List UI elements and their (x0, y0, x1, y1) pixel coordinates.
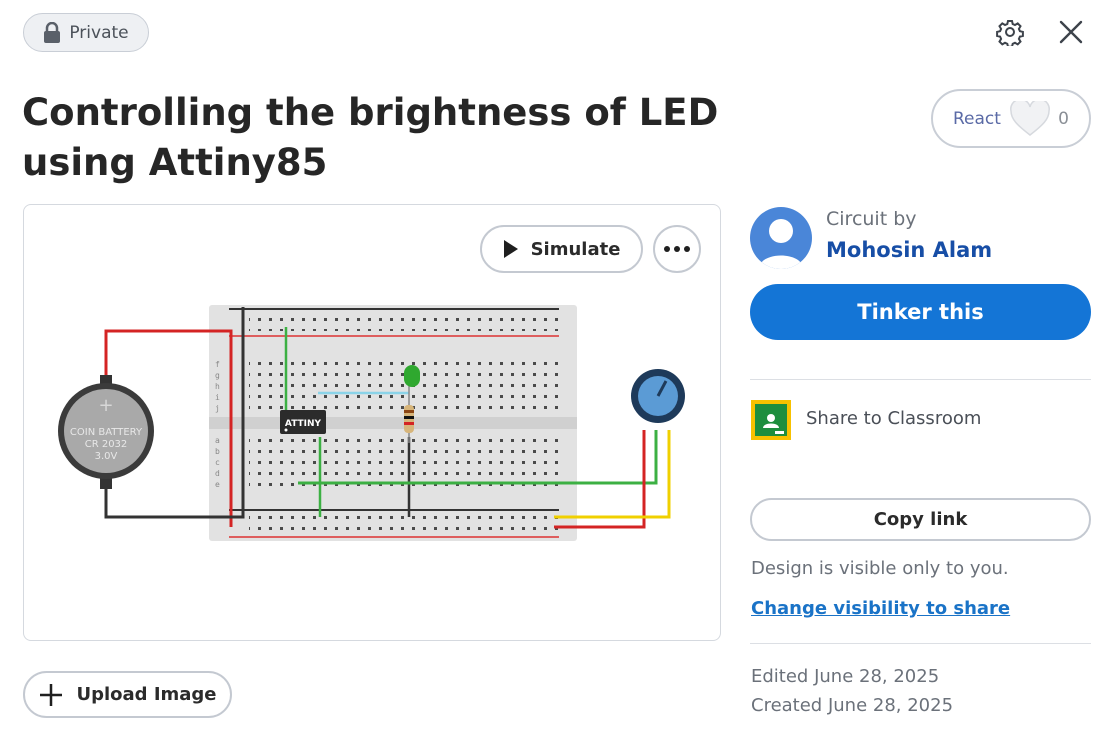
battery-label: 3.0V (95, 451, 118, 462)
share-to-classroom[interactable]: Share to Classroom (806, 408, 981, 429)
svg-text:+: + (98, 395, 113, 416)
potentiometer[interactable] (631, 369, 685, 423)
edited-date: Edited June 28, 2025 (751, 666, 940, 687)
coin-battery[interactable]: + COIN BATTERY CR 2032 3.0V (58, 375, 154, 489)
react-count: 0 (1058, 108, 1069, 129)
react-button[interactable]: React 0 (931, 89, 1091, 148)
simulate-button[interactable]: Simulate (480, 225, 643, 273)
author-name[interactable]: Mohosin Alam (826, 238, 992, 262)
row-letter: h (215, 382, 220, 391)
visibility-badge[interactable]: Private (23, 13, 149, 52)
battery-label: COIN BATTERY (70, 427, 143, 438)
row-letter: j (215, 404, 220, 413)
row-letter: a (215, 436, 220, 445)
upload-image-label: Upload Image (76, 684, 217, 705)
visibility-badge-label: Private (69, 22, 129, 43)
copy-link-button[interactable]: Copy link (750, 498, 1091, 541)
simulate-label: Simulate (530, 238, 621, 260)
page-title: Controlling the brightness of LED using … (22, 91, 719, 184)
lock-icon (44, 21, 61, 43)
classroom-icon[interactable] (751, 400, 791, 440)
attiny-chip[interactable]: ATTINY (280, 410, 326, 434)
change-visibility-link[interactable]: Change visibility to share (751, 598, 1010, 619)
divider (750, 643, 1091, 644)
avatar[interactable] (750, 207, 812, 269)
row-letter: e (215, 480, 220, 489)
visibility-note: Design is visible only to you. (751, 558, 1009, 579)
created-date: Created June 28, 2025 (751, 695, 954, 716)
react-label: React (953, 108, 1001, 129)
row-letter: f (215, 360, 220, 369)
row-letter: i (215, 393, 220, 402)
upload-image-button[interactable]: Upload Image (23, 671, 232, 718)
row-letter: g (215, 371, 220, 380)
plus-icon (40, 683, 63, 706)
close-icon[interactable] (1059, 20, 1083, 44)
row-letter: b (215, 447, 220, 456)
more-button[interactable] (653, 225, 701, 273)
divider (750, 379, 1091, 380)
play-icon (503, 240, 518, 258)
heart-icon (1009, 100, 1050, 136)
row-letter: d (215, 469, 220, 478)
row-letter: c (215, 458, 220, 467)
chip-label: ATTINY (285, 419, 322, 429)
gear-icon[interactable] (996, 18, 1024, 46)
author-caption: Circuit by (826, 208, 917, 230)
user-icon (759, 219, 803, 269)
tinker-button[interactable]: Tinker this (750, 284, 1091, 340)
battery-label: CR 2032 (85, 439, 128, 450)
more-icon (664, 246, 690, 252)
